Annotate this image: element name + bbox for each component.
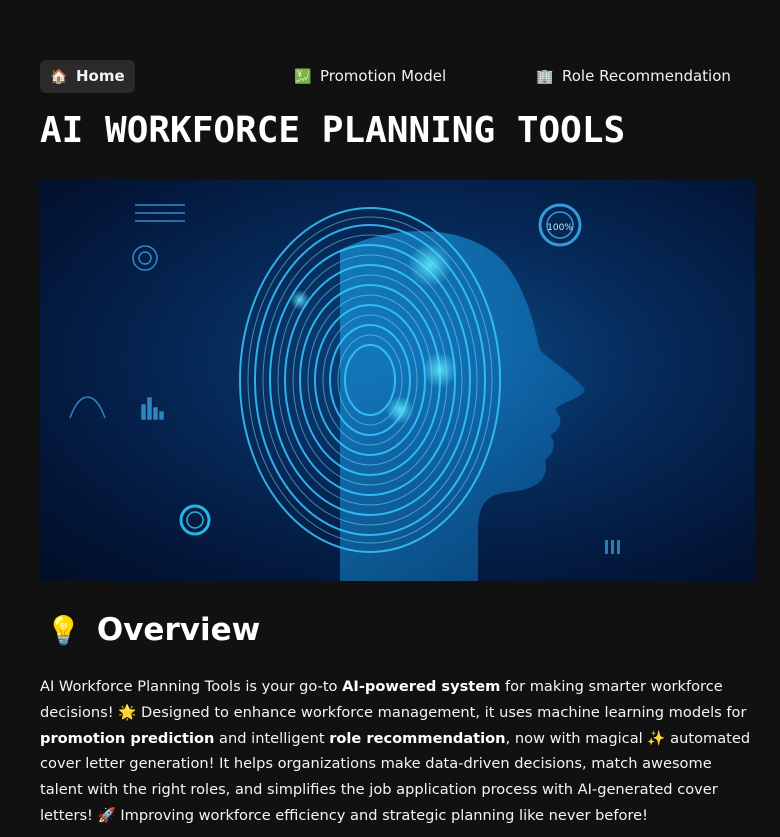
office-building-icon: 🏢 [536,69,554,85]
description-text: AI Workforce Planning Tools is your go-t… [40,678,343,695]
nav-promotion-label: Promotion Model [320,67,447,85]
nav-role-recommendation-link[interactable]: 🏢 Role Recommendation [536,60,731,93]
rocket-icon: 🚀 [97,806,116,824]
lightbulb-icon: 💡 [46,614,81,647]
ai-fingerprint-face-image: 100% [40,180,755,581]
nav-promotion-model-link[interactable]: 💹 Promotion Model [294,60,446,93]
chart-icon: 💹 [294,69,312,85]
description-text: Improving workforce efficiency and strat… [115,806,648,824]
gauge-percent-label: 100% [547,223,573,233]
description-text: , now with magical [505,729,648,747]
nav-home-link[interactable]: 🏠 Home [40,60,135,93]
description-text: and intelligent [214,729,330,747]
overview-heading-text: Overview [96,612,261,648]
nav-home-label: Home [76,67,125,85]
glowing-star-icon: 🌟 [118,703,137,721]
overview-description: AI Workforce Planning Tools is your go-t… [40,674,752,829]
description-text: Designed to enhance workforce management… [136,703,747,721]
nav-role-label: Role Recommendation [562,67,731,85]
page-title: AI WORKFORCE PLANNING TOOLS [40,110,626,151]
highlight-promotion-prediction: promotion prediction [40,729,215,747]
highlight-ai-powered: AI-powered system [342,678,501,695]
overview-heading: 💡 Overview [46,612,260,648]
top-nav: 🏠 Home 💹 Promotion Model 🏢 Role Recommendat… [40,60,740,93]
home-icon: 🏠 [50,69,68,85]
highlight-role-recommendation: role recommendation [329,729,506,747]
sparkles-icon: ✨ [647,729,666,747]
